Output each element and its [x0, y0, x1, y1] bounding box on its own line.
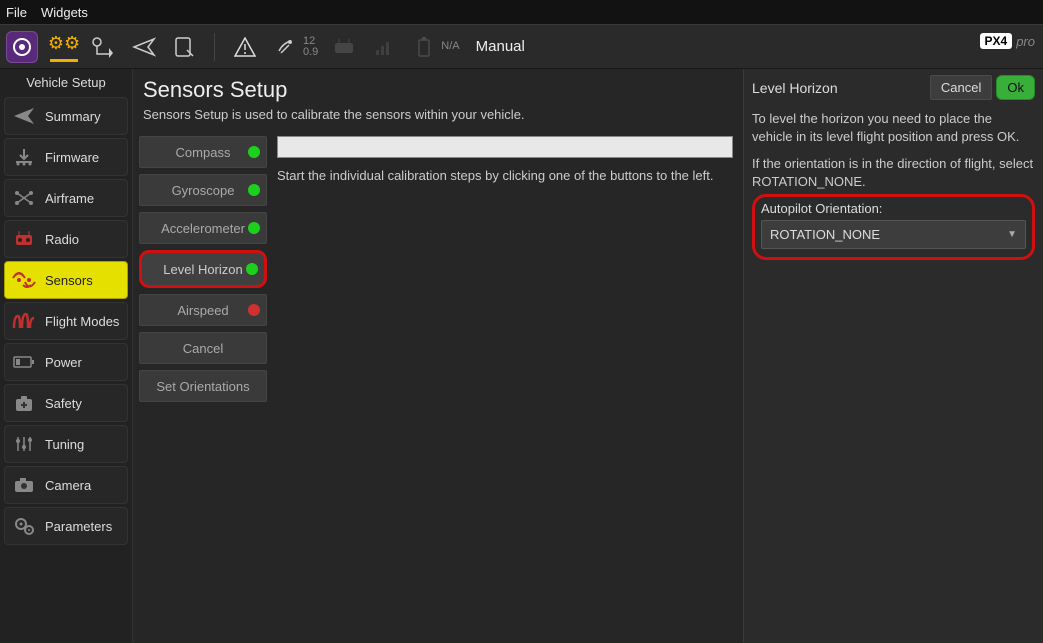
sidebar-item-camera[interactable]: Camera	[4, 466, 128, 504]
status-dot-green	[248, 146, 260, 158]
sidebar-item-sensors[interactable]: Sensors	[4, 261, 128, 299]
panel-title: Level Horizon	[752, 80, 838, 96]
calib-label: Gyroscope	[172, 183, 235, 198]
sidebar-item-label: Airframe	[45, 191, 94, 206]
satellite-icon	[271, 32, 299, 62]
app-icon[interactable]	[6, 31, 38, 63]
brand-logo: PX4 pro	[980, 33, 1035, 49]
plane-icon	[11, 107, 37, 125]
sidebar-item-tuning[interactable]: Tuning	[4, 425, 128, 463]
sidebar-item-label: Sensors	[45, 273, 93, 288]
calib-airspeed-button[interactable]: Airspeed	[139, 294, 267, 326]
gps-status: 12 0.9	[303, 36, 318, 58]
calib-label: Accelerometer	[161, 221, 245, 236]
status-dot-green	[248, 222, 260, 234]
status-dot-green	[248, 184, 260, 196]
toolbar: ⚙⚙ 12 0.9 N/A Manual PX4 pro	[0, 24, 1043, 69]
sidebar-item-safety[interactable]: Safety	[4, 384, 128, 422]
rc-icon	[330, 32, 358, 62]
sensors-icon	[11, 271, 37, 289]
sidebar-item-flight-modes[interactable]: Flight Modes	[4, 302, 128, 340]
sidebar-item-label: Power	[45, 355, 82, 370]
progress-bar	[277, 136, 733, 158]
sidebar-item-label: Flight Modes	[45, 314, 119, 329]
sidebar-title: Vehicle Setup	[0, 69, 132, 94]
sidebar-item-airframe[interactable]: Airframe	[4, 179, 128, 217]
calib-accelerometer-button[interactable]: Accelerometer	[139, 212, 267, 244]
panel-cancel-button[interactable]: Cancel	[930, 75, 992, 100]
calib-set-orientations-button[interactable]: Set Orientations	[139, 370, 267, 402]
status-dot-red	[248, 304, 260, 316]
calibration-buttons: Compass Gyroscope Accelerometer Level Ho…	[139, 136, 267, 643]
calib-gyroscope-button[interactable]: Gyroscope	[139, 174, 267, 206]
page-title: Sensors Setup	[143, 77, 733, 103]
camera-icon	[11, 477, 37, 493]
calib-label: Compass	[176, 145, 231, 160]
download-icon	[11, 148, 37, 166]
sidebar-item-power[interactable]: Power	[4, 343, 128, 381]
sidebar-item-label: Tuning	[45, 437, 84, 452]
sliders-icon	[11, 435, 37, 453]
chevron-down-icon: ▼	[1007, 229, 1017, 240]
medkit-icon	[11, 394, 37, 412]
airframe-icon	[11, 189, 37, 207]
calib-label: Level Horizon	[163, 262, 243, 277]
signal-icon	[370, 32, 398, 62]
calib-label: Set Orientations	[156, 379, 249, 394]
orientation-label: Autopilot Orientation:	[761, 201, 1026, 216]
menubar: File Widgets	[0, 0, 1043, 24]
right-panel: Level Horizon Cancel Ok To level the hor…	[743, 69, 1043, 643]
orientation-select[interactable]: ROTATION_NONE ▼	[761, 220, 1026, 249]
sidebar-item-label: Camera	[45, 478, 91, 493]
panel-text-1: To level the horizon you need to place t…	[752, 110, 1035, 145]
battery-na: N/A	[441, 41, 459, 52]
panel-ok-button[interactable]: Ok	[996, 75, 1035, 100]
page-subtitle: Sensors Setup is used to calibrate the s…	[143, 107, 733, 122]
toolbar-log-icon[interactable]	[170, 32, 198, 62]
sidebar: Vehicle Setup Summary Firmware Airframe …	[0, 69, 133, 643]
warning-icon[interactable]	[231, 32, 259, 62]
calib-label: Cancel	[183, 341, 223, 356]
toolbar-setup-icon[interactable]: ⚙⚙	[50, 32, 78, 62]
calib-label: Airspeed	[177, 303, 228, 318]
sidebar-item-label: Radio	[45, 232, 79, 247]
gears-icon: ⚙⚙	[48, 33, 80, 54]
status-dot-green	[246, 263, 258, 275]
sidebar-item-label: Firmware	[45, 150, 99, 165]
sidebar-item-label: Safety	[45, 396, 82, 411]
panel-text-2: If the orientation is in the direction o…	[752, 155, 1035, 190]
sidebar-item-label: Summary	[45, 109, 101, 124]
radio-icon	[11, 230, 37, 248]
sidebar-item-radio[interactable]: Radio	[4, 220, 128, 258]
toolbar-plane-icon[interactable]	[130, 32, 158, 62]
menu-file[interactable]: File	[6, 5, 27, 20]
sidebar-item-parameters[interactable]: Parameters	[4, 507, 128, 545]
flight-mode-label[interactable]: Manual	[476, 38, 525, 55]
sidebar-item-firmware[interactable]: Firmware	[4, 138, 128, 176]
gear-icon	[11, 516, 37, 536]
battery-icon	[410, 32, 438, 62]
toolbar-waypoint-icon[interactable]	[90, 32, 118, 62]
orientation-value: ROTATION_NONE	[770, 227, 880, 242]
instruction-text: Start the individual calibration steps b…	[277, 168, 733, 183]
calib-level-horizon-button[interactable]: Level Horizon	[139, 250, 267, 288]
flight-modes-icon	[11, 312, 37, 330]
toolbar-divider	[214, 33, 215, 61]
calib-cancel-button[interactable]: Cancel	[139, 332, 267, 364]
sidebar-item-summary[interactable]: Summary	[4, 97, 128, 135]
sidebar-item-label: Parameters	[45, 519, 112, 534]
calib-compass-button[interactable]: Compass	[139, 136, 267, 168]
menu-widgets[interactable]: Widgets	[41, 5, 88, 20]
battery-icon	[11, 355, 37, 369]
